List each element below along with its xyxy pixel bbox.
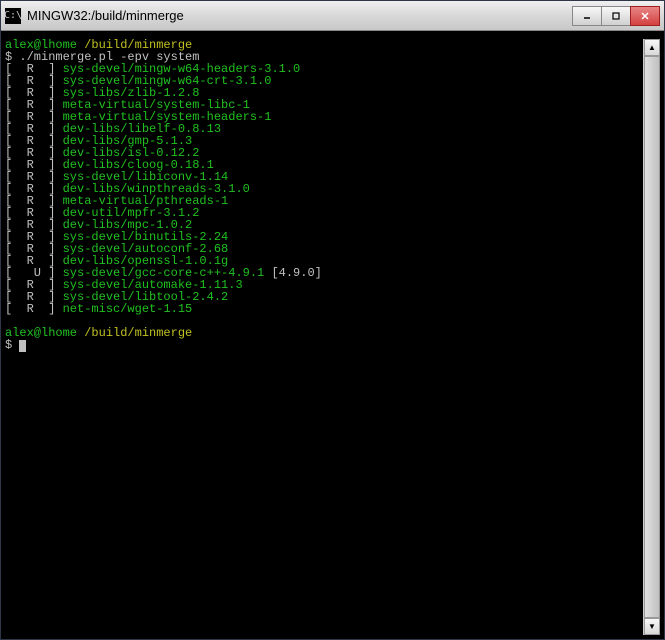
terminal-output[interactable]: alex@lhome /build/minmerge $ ./minmerge.…	[5, 39, 643, 635]
scroll-track[interactable]	[644, 56, 660, 618]
scroll-thumb[interactable]	[644, 56, 660, 618]
app-icon: C:\	[5, 8, 21, 24]
titlebar[interactable]: C:\ MINGW32:/build/minmerge	[1, 1, 664, 31]
window-controls	[573, 6, 660, 26]
close-button[interactable]	[630, 6, 660, 26]
maximize-button[interactable]	[601, 6, 631, 26]
scroll-up-button[interactable]: ▲	[644, 39, 660, 56]
minimize-button[interactable]	[572, 6, 602, 26]
terminal-container: alex@lhome /build/minmerge $ ./minmerge.…	[1, 31, 664, 639]
scroll-down-button[interactable]: ▼	[644, 618, 660, 635]
scrollbar[interactable]: ▲ ▼	[643, 39, 660, 635]
window-title: MINGW32:/build/minmerge	[27, 8, 573, 23]
terminal-window: C:\ MINGW32:/build/minmerge alex@lhome /…	[0, 0, 665, 640]
